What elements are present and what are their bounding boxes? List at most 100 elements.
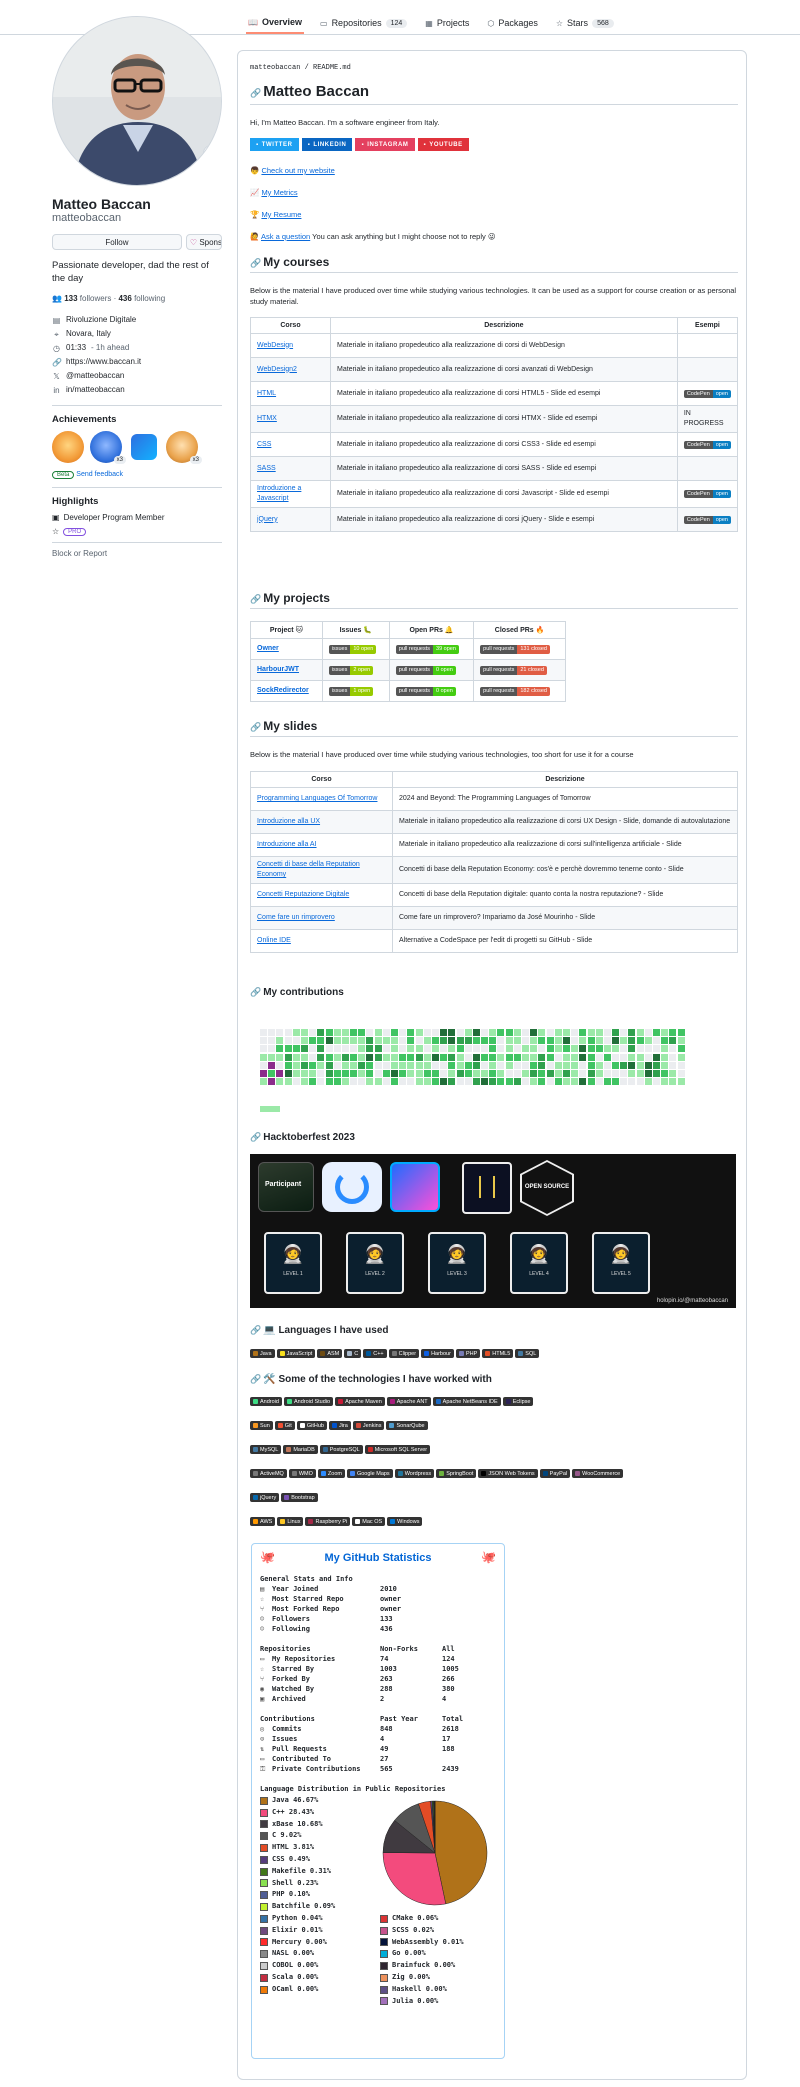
readme-path-user[interactable]: matteobaccan	[250, 64, 300, 72]
slide-link[interactable]: Come fare un rimprovero	[257, 914, 335, 921]
contribution-cell	[497, 1061, 505, 1069]
contribution-cell	[341, 1061, 349, 1069]
language-badge-label: Clipper	[398, 1350, 417, 1357]
level-label: LEVEL 3	[447, 1271, 467, 1277]
achievement-badge[interactable]: x3	[90, 431, 126, 464]
followers-label[interactable]: followers	[80, 294, 112, 303]
achievements-title[interactable]: Achievements	[52, 414, 222, 425]
contribution-cell	[669, 1037, 677, 1045]
divider	[52, 542, 222, 543]
course-link[interactable]: HTML	[257, 390, 276, 397]
project-link[interactable]: HarbourJWT	[257, 666, 299, 673]
technology-badge: Zoom	[317, 1469, 345, 1478]
contribution-cell	[268, 1078, 276, 1086]
project-open-badge[interactable]: pull requests 0 open	[395, 666, 456, 675]
vcard-text[interactable]: @matteobaccan	[66, 369, 124, 383]
stats-row: ▣ Archived 2 4	[260, 1694, 500, 1704]
following-label[interactable]: following	[134, 294, 165, 303]
achievement-badge[interactable]: x3	[166, 431, 202, 464]
course-examples: CodePen open	[676, 480, 739, 508]
codepen-badge[interactable]: CodePen open	[683, 515, 731, 524]
social-badge-twitter[interactable]: ▪ TWITTER	[250, 138, 299, 151]
social-badge-instagram[interactable]: ▪ INSTAGRAM	[355, 138, 415, 151]
followers-count[interactable]: 133	[64, 294, 77, 303]
social-badge-youtube[interactable]: ▪ YOUTUBE	[417, 138, 469, 151]
codepen-badge[interactable]: CodePen open	[683, 389, 731, 398]
following-count[interactable]: 436	[118, 294, 131, 303]
project-link[interactable]: Owner	[257, 645, 279, 652]
slide-link[interactable]: Concetti di base della Reputation Econom…	[257, 861, 360, 878]
pr-icon: ⇅	[260, 1745, 265, 1753]
readme-link[interactable]: Check out my website	[261, 166, 334, 175]
holopin-credit[interactable]: holopin.io/@matteobaccan	[657, 1298, 728, 1304]
send-feedback-link[interactable]: Send feedback	[76, 471, 123, 478]
project-open-badge[interactable]: pull requests 0 open	[395, 687, 456, 696]
tab-packages[interactable]: ⬡ Packages	[485, 12, 540, 34]
anchor-link-icon[interactable]: 🔗	[250, 258, 261, 268]
course-link[interactable]: WebDesign	[257, 342, 293, 349]
course-link[interactable]: CSS	[257, 441, 271, 448]
sponsor-button[interactable]: ♡ Sponsor	[185, 234, 222, 250]
anchor-link-icon[interactable]: 🔗	[250, 987, 261, 997]
course-link[interactable]: HTMX	[257, 415, 277, 422]
tab-stars[interactable]: ☆ Stars 568	[554, 12, 616, 34]
slide-link[interactable]: Concetti Reputazione Digitale	[257, 891, 349, 898]
anchor-link-icon[interactable]: 🔗	[250, 594, 261, 604]
slide-link[interactable]: Programming Languages Of Tomorrow	[257, 795, 377, 802]
stats-label-cell: ⊙ Issues	[260, 1734, 380, 1744]
achievement-badge[interactable]	[131, 434, 157, 460]
table-row: Come fare un rimprovero Come fare un rimp…	[250, 906, 738, 930]
vcard-item[interactable]: 𝕏 @matteobaccan	[52, 369, 222, 383]
project-closed-badge[interactable]: pull requests 182 closed	[480, 687, 550, 696]
tab-repositories[interactable]: ▭ Repositories 124	[318, 12, 409, 34]
readme-link[interactable]: My Metrics	[261, 188, 297, 197]
course-link[interactable]: WebDesign2	[257, 366, 297, 373]
slide-link[interactable]: Introduzione alla UX	[257, 818, 320, 825]
contribution-cell	[284, 1045, 292, 1053]
course-link[interactable]: SASS	[257, 465, 276, 472]
project-issues-badge[interactable]: issues 1 open	[328, 687, 374, 696]
codepen-badge[interactable]: CodePen open	[683, 440, 731, 449]
anchor-link-icon[interactable]: 🔗	[250, 1325, 261, 1335]
vcard-text[interactable]: https://www.baccan.it	[66, 355, 141, 369]
readme-link[interactable]: Ask a question	[261, 232, 310, 241]
contribution-cell	[661, 1078, 669, 1086]
vcard-text[interactable]: in/matteobaccan	[66, 383, 125, 397]
status-emoji-icon[interactable]: 💻	[203, 145, 219, 161]
anchor-link-icon[interactable]: 🔗	[250, 1132, 261, 1142]
contribution-cell	[300, 1053, 308, 1061]
codepen-badge[interactable]: CodePen open	[683, 490, 731, 498]
anchor-link-icon[interactable]: 🔗	[250, 88, 261, 98]
project-issues-badge[interactable]: issues 2 open	[328, 666, 374, 675]
project-closed-badge[interactable]: pull requests 131 closed	[480, 645, 550, 654]
project-link[interactable]: SockRedirector	[257, 687, 309, 694]
project-closed-badge[interactable]: pull requests 21 closed	[480, 666, 547, 675]
contribution-cell	[333, 1045, 341, 1053]
contribution-cell	[669, 1045, 677, 1053]
avatar[interactable]: 💻	[52, 16, 222, 186]
sun-icon	[253, 1423, 258, 1428]
readme-link[interactable]: My Resume	[261, 210, 301, 219]
vcard-item[interactable]: in in/matteobaccan	[52, 383, 222, 397]
achievement-badge[interactable]	[52, 431, 84, 463]
anchor-link-icon[interactable]: 🔗	[250, 1374, 261, 1384]
course-examples: IN PROGRESS	[676, 405, 739, 433]
slide-link[interactable]: Online IDE	[257, 937, 291, 944]
project-open-badge[interactable]: pull requests 39 open	[395, 645, 459, 654]
social-badge-linkedin[interactable]: ▪ LINKEDIN	[301, 138, 353, 151]
holopin-board[interactable]: Participant OPEN SOURCE 🧑‍🚀 LEVEL 1 🧑‍🚀 LEV…	[250, 1154, 736, 1308]
follow-button[interactable]: Follow	[52, 234, 182, 250]
anchor-link-icon[interactable]: 🔗	[250, 722, 261, 732]
highlight-developer-program: ▣ Developer Program Member	[52, 513, 222, 522]
contribution-cell	[374, 1045, 382, 1053]
course-link[interactable]: Introduzione a Javascript	[257, 485, 301, 502]
project-issues-badge[interactable]: issues 10 open	[328, 645, 377, 654]
tab-projects[interactable]: ▦ Projects	[423, 12, 471, 34]
course-link[interactable]: jQuery	[257, 516, 278, 523]
contribution-cell	[276, 1037, 284, 1045]
tab-overview[interactable]: 📖 Overview	[246, 12, 304, 34]
block-report-link[interactable]: Block or Report	[52, 549, 222, 558]
vcard-item[interactable]: 🔗 https://www.baccan.it	[52, 355, 222, 369]
shield-value: 39 open	[433, 645, 459, 654]
slide-link[interactable]: Introduzione alla AI	[257, 841, 317, 848]
